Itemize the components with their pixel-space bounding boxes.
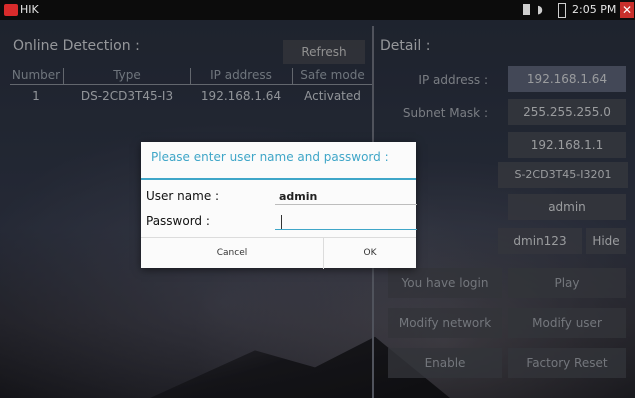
password-input[interactable] — [275, 213, 417, 230]
battery-icon — [558, 3, 566, 18]
username-input[interactable] — [275, 188, 417, 205]
app-logo-icon — [4, 4, 18, 16]
dialog-button-row: Cancel OK — [141, 237, 416, 269]
text-caret — [281, 215, 282, 229]
status-bar: HIK ◗ 2:05 PM ✕ — [0, 0, 635, 20]
password-label: Password : — [146, 214, 210, 228]
app-title: HIK — [20, 3, 39, 16]
dialog-title-divider — [141, 178, 416, 180]
wifi-icon: ◗ — [537, 3, 543, 16]
sim-card-icon — [523, 4, 530, 15]
ok-button[interactable]: OK — [324, 238, 416, 269]
clock-time: 2:05 PM — [572, 3, 617, 16]
dialog-title: Please enter user name and password : — [151, 150, 389, 164]
cancel-button[interactable]: Cancel — [141, 238, 323, 269]
login-dialog: Please enter user name and password : Us… — [141, 142, 417, 269]
close-icon[interactable]: ✕ — [620, 2, 634, 18]
username-label: User name : — [146, 189, 220, 203]
